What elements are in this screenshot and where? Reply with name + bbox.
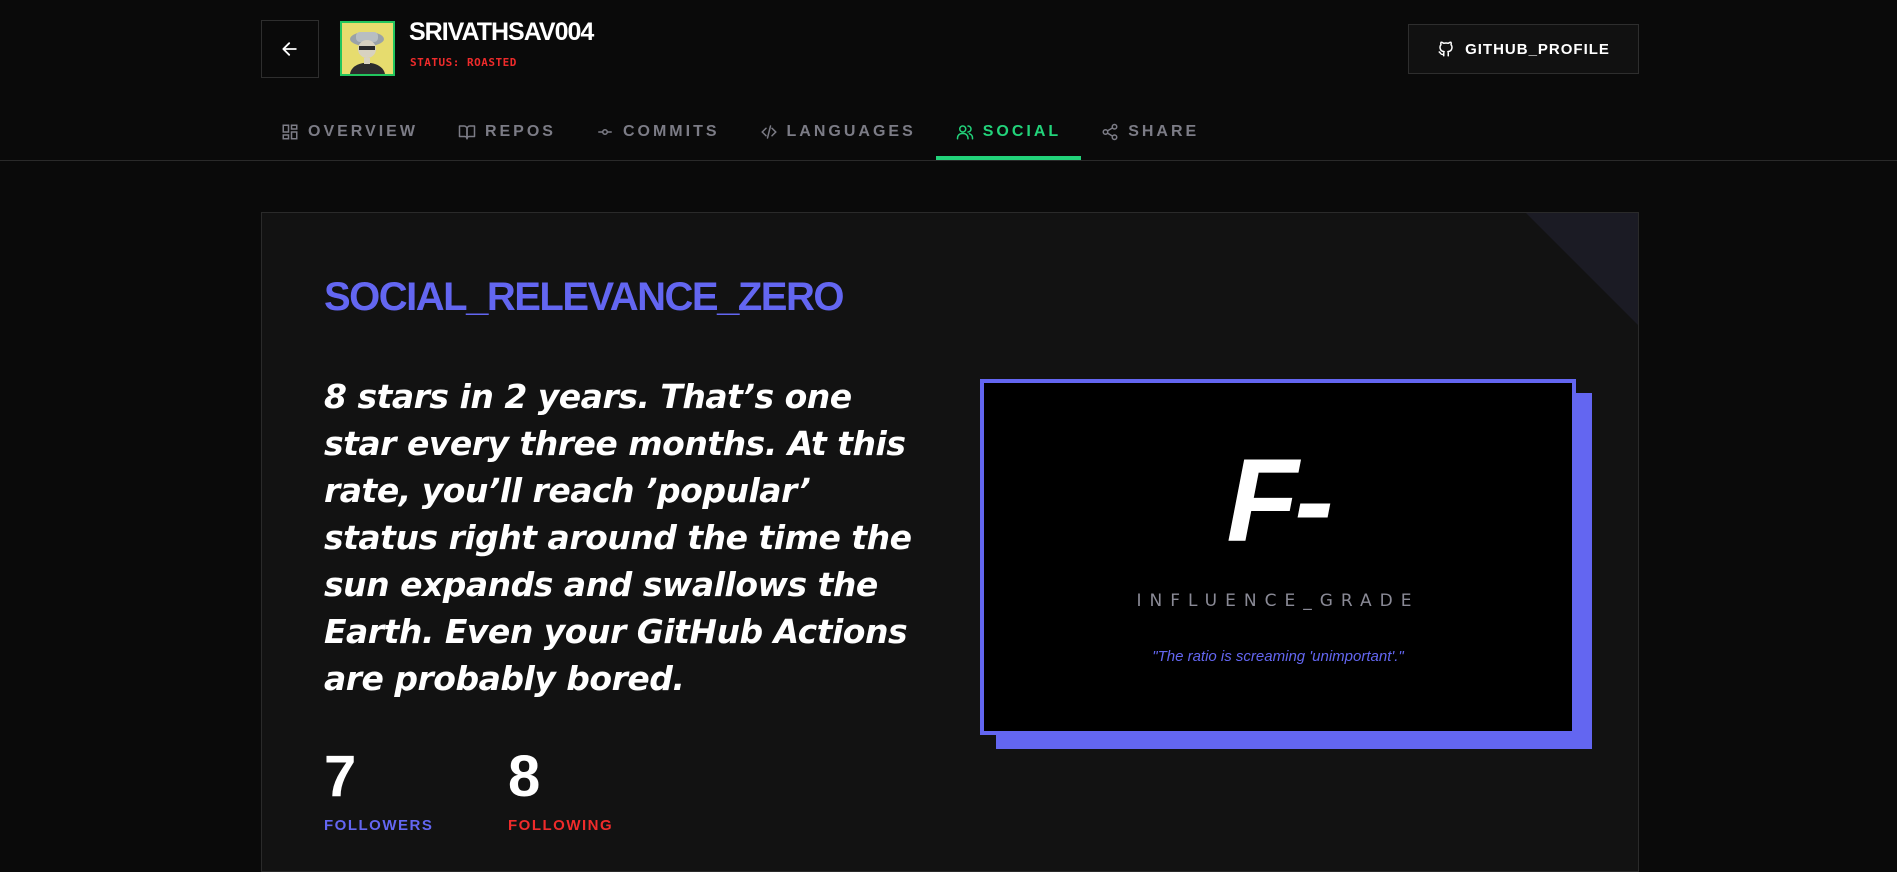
github-profile-button[interactable]: GITHUB_PROFILE xyxy=(1408,24,1639,74)
tab-bar: OVERVIEW REPOS COMMITS LANGUAGES SOCIAL … xyxy=(261,104,1219,160)
share-icon xyxy=(1102,123,1118,141)
tab-label: OVERVIEW xyxy=(308,123,418,140)
followers-stat: 7 FOLLOWERS xyxy=(324,744,434,835)
code-icon xyxy=(760,125,777,139)
tab-label: SOCIAL xyxy=(982,123,1062,140)
roast-text: 8 stars in 2 years. That’s one star ever… xyxy=(324,377,912,698)
corner-decoration xyxy=(1526,213,1638,325)
arrow-left-icon xyxy=(282,42,297,56)
following-label: FOLLOWING xyxy=(508,817,614,834)
grade-quote: "The ratio is screaming 'unimportant'." xyxy=(1152,648,1404,665)
followers-label: FOLLOWERS xyxy=(324,817,434,834)
followers-count: 7 xyxy=(324,744,357,809)
status-badge: STATUS: ROASTED xyxy=(410,56,517,69)
dashboard-icon xyxy=(282,124,298,140)
tab-social[interactable]: SOCIAL xyxy=(935,104,1082,160)
book-icon xyxy=(458,125,476,140)
tab-commits[interactable]: COMMITS xyxy=(576,104,740,160)
github-icon xyxy=(1438,41,1453,57)
tab-overview[interactable]: OVERVIEW xyxy=(261,104,438,160)
username: SRIVATHSAV004 xyxy=(409,18,594,46)
tab-share[interactable]: SHARE xyxy=(1081,104,1219,160)
influence-grade-label: INFLUENCE_GRADE xyxy=(1136,591,1420,611)
tab-label: REPOS xyxy=(484,123,556,140)
tab-divider xyxy=(0,160,1897,161)
tab-languages[interactable]: LANGUAGES xyxy=(740,104,936,160)
section-title: SOCIAL_RELEVANCE_ZERO xyxy=(324,275,844,319)
tab-label: LANGUAGES xyxy=(786,123,916,140)
tab-label: SHARE xyxy=(1128,123,1200,140)
following-count: 8 xyxy=(508,744,541,809)
tab-repos[interactable]: REPOS xyxy=(438,104,576,160)
grade-card: F- INFLUENCE_GRADE "The ratio is screami… xyxy=(980,379,1576,735)
commit-icon xyxy=(598,129,612,135)
back-button[interactable] xyxy=(261,20,319,78)
influence-grade: F- xyxy=(1226,435,1333,567)
tab-label: COMMITS xyxy=(622,123,720,140)
social-card: SOCIAL_RELEVANCE_ZERO 8 stars in 2 years… xyxy=(261,212,1639,872)
users-icon xyxy=(956,125,973,140)
avatar xyxy=(340,21,395,76)
following-stat: 8 FOLLOWING xyxy=(508,744,614,835)
github-profile-label: GITHUB_PROFILE xyxy=(1465,40,1610,58)
